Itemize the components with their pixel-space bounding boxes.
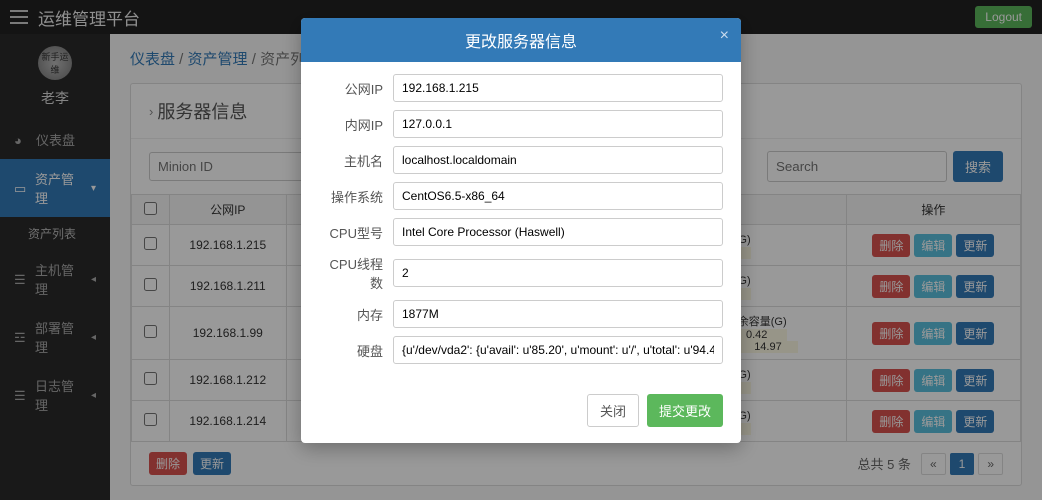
input-cpu_threads[interactable] xyxy=(393,259,723,287)
label-pub_ip: 公网IP xyxy=(319,79,393,98)
input-hostname[interactable] xyxy=(393,146,723,174)
modal-close-button[interactable]: 关闭 xyxy=(587,394,639,427)
label-hostname: 主机名 xyxy=(319,151,393,170)
label-os: 操作系统 xyxy=(319,187,393,206)
modal-backdrop[interactable]: 更改服务器信息 × 公网IP 内网IP 主机名 操作系统 CPU型号 CPU线程… xyxy=(0,0,1042,500)
input-disk[interactable] xyxy=(393,336,723,364)
label-memory: 内存 xyxy=(319,305,393,324)
input-os[interactable] xyxy=(393,182,723,210)
label-disk: 硬盘 xyxy=(319,341,393,360)
label-pri_ip: 内网IP xyxy=(319,115,393,134)
edit-server-modal: 更改服务器信息 × 公网IP 内网IP 主机名 操作系统 CPU型号 CPU线程… xyxy=(301,18,741,443)
input-cpu_model[interactable] xyxy=(393,218,723,246)
input-pub_ip[interactable] xyxy=(393,74,723,102)
modal-title: 更改服务器信息 xyxy=(465,34,577,51)
label-cpu_threads: CPU线程数 xyxy=(319,254,393,292)
input-pri_ip[interactable] xyxy=(393,110,723,138)
modal-submit-button[interactable]: 提交更改 xyxy=(647,394,723,427)
input-memory[interactable] xyxy=(393,300,723,328)
close-icon[interactable]: × xyxy=(720,27,729,45)
label-cpu_model: CPU型号 xyxy=(319,223,393,242)
